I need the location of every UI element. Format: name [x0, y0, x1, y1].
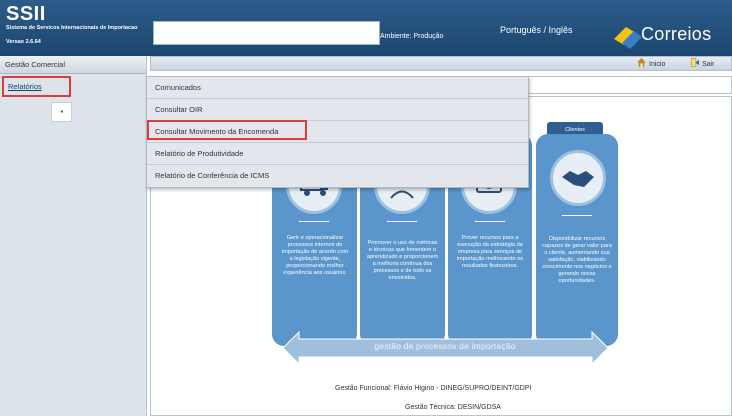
pillar-divider [562, 215, 592, 216]
menu-item-comunicados[interactable]: Comunicados [147, 77, 528, 99]
environment-label: Ambiente: Produção [380, 33, 444, 40]
header-blank-box [153, 21, 380, 45]
pillar-divider [475, 221, 505, 222]
pillar-text-4: Disponibilizar recursos capazes de gerar… [542, 236, 612, 284]
menu-item-consultar-oir[interactable]: Consultar OIR [147, 99, 528, 121]
sidebar-item-relatorios[interactable]: Relatórios [2, 76, 71, 97]
brand-name: Correios [641, 24, 712, 44]
pillar-text-2: Promover o uso de métricas e técnicas qu… [366, 240, 439, 281]
sidebar-section-title[interactable]: Gestão Comercial [0, 56, 146, 74]
home-icon [637, 58, 646, 67]
app-logo-title: SSII [6, 3, 46, 25]
exit-button-label: Sair [702, 61, 715, 68]
arrow-band-text: gestão de processos de importação [374, 341, 516, 351]
menu-item-relatorio-produtividade[interactable]: Relatório de Produtividade [147, 143, 528, 165]
functional-management-label: Gestão Funcional: Flávio Higino - DINEG/… [335, 385, 532, 392]
exit-icon [690, 58, 699, 67]
home-button-label: Inicio [649, 61, 666, 68]
app-version: Versao 2.6.64 [6, 39, 41, 45]
pillar-text-3: Prover recursos para a execução da estra… [456, 235, 524, 269]
handshake-icon [562, 171, 594, 187]
menu-item-highlight-frame [147, 120, 307, 140]
left-sidebar [0, 56, 147, 416]
language-switch[interactable]: Português / Inglês [500, 25, 573, 35]
pillar-divider [299, 221, 329, 222]
home-button[interactable]: Inicio [637, 58, 665, 70]
technical-management-label: Gestão Técnica: DESIN/GDSA [405, 404, 501, 411]
menu-item-relatorio-icms[interactable]: Relatório de Conferência de ICMS [147, 165, 528, 187]
collapse-toggle-icon[interactable]: ◂ [51, 102, 72, 122]
pillar-circle-4 [550, 150, 606, 206]
exit-button[interactable]: Sair [690, 58, 714, 70]
pillar-divider [387, 221, 417, 222]
pillar-text-1: Gerir e operacionalizar processos intern… [281, 235, 349, 276]
app-subtitle: Sistema de Servicos Internacionais de Im… [6, 25, 138, 31]
